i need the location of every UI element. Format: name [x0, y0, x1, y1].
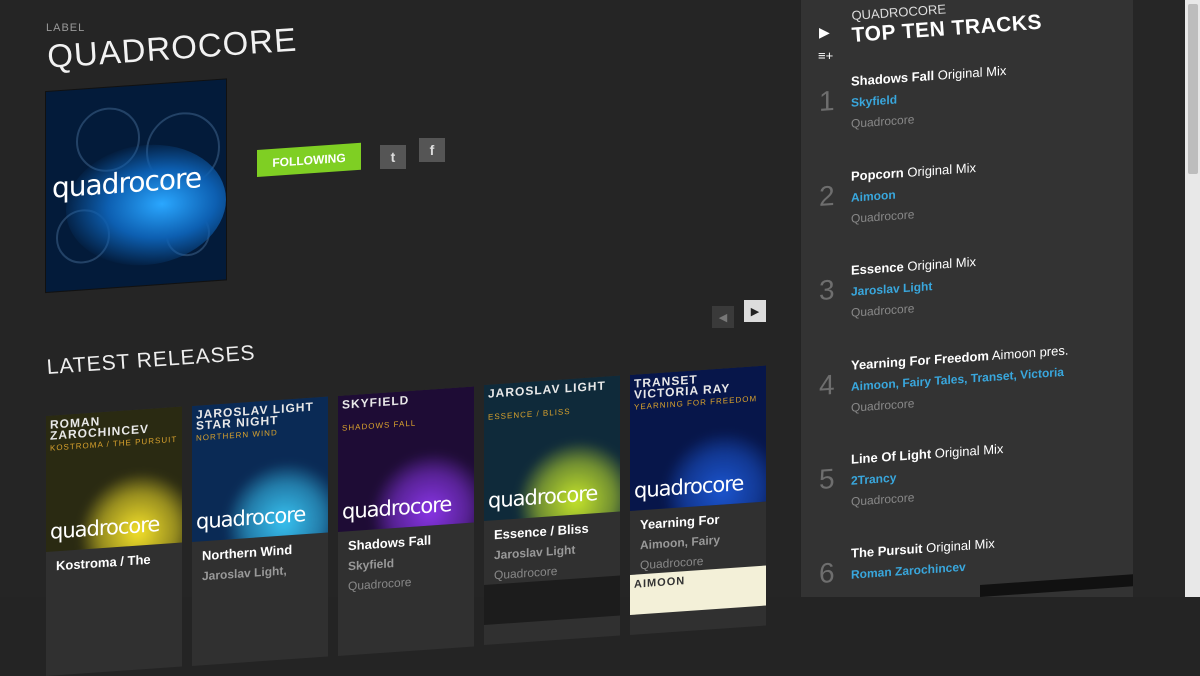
release-artist[interactable]: Aimoon, Fairy: [640, 530, 760, 553]
artwork-subheader: SHADOWS FALL: [342, 418, 417, 433]
artwork-header: JAROSLAV LIGHT: [488, 378, 606, 401]
release-card[interactable]: ROMAN ZAROCHINCEV KOSTROMA / THE PURSUIT qu…: [46, 406, 182, 676]
add-to-queue-icon[interactable]: ≡+: [818, 48, 833, 63]
release-artist[interactable]: [56, 571, 176, 579]
carousel-next-icon[interactable]: ▶: [744, 300, 766, 322]
release-label[interactable]: [56, 571, 176, 579]
release-title[interactable]: Essence / Bliss: [494, 519, 614, 543]
following-button[interactable]: FOLLOWING: [257, 142, 361, 177]
page-eyebrow: LABEL: [46, 22, 86, 34]
release-label[interactable]: [202, 581, 322, 589]
carousel-prev-icon[interactable]: ◀: [712, 306, 734, 328]
release-artwork[interactable]: JAROSLAV LIGHT STAR NIGHT NORTHERN WIND qua…: [192, 396, 328, 542]
release-meta: Yearning For Aimoon, Fairy Quadrocore: [640, 509, 760, 573]
artwork-header: JAROSLAV LIGHT STAR NIGHT: [196, 399, 314, 433]
play-all-icon[interactable]: ▶: [819, 24, 830, 41]
release-title[interactable]: Kostroma / The: [56, 550, 176, 574]
track-info: Shadows Fall Original Mix Skyfield Quadroc…: [851, 55, 1116, 131]
track-item[interactable]: 3 Essence Original Mix Jaroslav Light Quadr…: [819, 244, 1119, 355]
release-meta: Kostroma / The: [56, 550, 176, 579]
release-artwork[interactable]: JAROSLAV LIGHT ESSENCE / BLISS quadrocore: [484, 375, 620, 521]
release-title[interactable]: Shadows Fall: [348, 530, 468, 553]
release-artwork[interactable]: TRANSET VICTORIA RAY YEARNING FOR FREEDOM q…: [630, 365, 766, 511]
release-label[interactable]: Quadrocore: [348, 571, 468, 593]
track-number: 4: [819, 368, 835, 401]
release-title[interactable]: Yearning For: [640, 509, 760, 533]
release-meta: Essence / Bliss Jaroslav Light Quadrocore: [494, 519, 614, 583]
track-number: 6: [819, 556, 835, 589]
page-right-gutter: [1133, 0, 1185, 597]
track-number: 3: [819, 273, 835, 306]
track-item[interactable]: 1 Shadows Fall Original Mix Skyfield Quadro…: [819, 55, 1119, 166]
track-item[interactable]: 2 Popcorn Original Mix Aimoon Quadrocore: [819, 150, 1119, 261]
release-meta: Northern Wind Jaroslav Light,: [202, 540, 322, 589]
release-title[interactable]: Northern Wind: [202, 540, 322, 563]
track-info: Yearning For Freedom Aimoon pres. Aimoon,…: [851, 339, 1116, 415]
artwork-header: SKYFIELD: [342, 393, 410, 412]
release-artwork[interactable]: SKYFIELD SHADOWS FALL quadrocore: [338, 386, 474, 532]
release-artwork[interactable]: ROMAN ZAROCHINCEV KOSTROMA / THE PURSUIT qu…: [46, 406, 182, 552]
track-item[interactable]: 5 Line Of Light Original Mix 2Trancy Quadro…: [819, 433, 1119, 544]
top-tracks-panel: ▶ ≡+ QUADROCORE TOP TEN TRACKS 1 Shadows …: [801, 0, 1133, 597]
release-card[interactable]: JAROSLAV LIGHT STAR NIGHT NORTHERN WIND qua…: [192, 396, 328, 666]
release-meta: Shadows Fall Skyfield Quadrocore: [348, 530, 468, 593]
release-artist[interactable]: Jaroslav Light: [494, 540, 614, 563]
artwork-subheader: ESSENCE / BLISS: [488, 406, 571, 422]
release-artist[interactable]: Jaroslav Light,: [202, 561, 322, 583]
track-number: 2: [819, 179, 835, 212]
scrollbar-thumb[interactable]: [1188, 4, 1198, 174]
track-info: Popcorn Original Mix Aimoon Quadrocore: [851, 150, 1116, 226]
artwork-header: AIMOON: [634, 575, 686, 591]
release-artist[interactable]: Skyfield: [348, 551, 468, 573]
facebook-icon[interactable]: f: [419, 138, 445, 162]
track-number: 5: [819, 462, 835, 495]
label-cover-image: quadrocore: [46, 79, 226, 292]
track-item[interactable]: 4 Yearning For Freedom Aimoon pres. Aimoon…: [819, 339, 1119, 450]
release-card[interactable]: SKYFIELD SHADOWS FALL quadrocore Shadows Fa…: [338, 386, 474, 656]
releases-carousel: ROMAN ZAROCHINCEV KOSTROMA / THE PURSUIT qu…: [46, 330, 806, 676]
track-number: 1: [819, 84, 835, 117]
main-panel: LABEL QUADROCORE quadrocore FOLLOWING t …: [0, 0, 800, 676]
twitter-icon[interactable]: t: [380, 145, 406, 169]
